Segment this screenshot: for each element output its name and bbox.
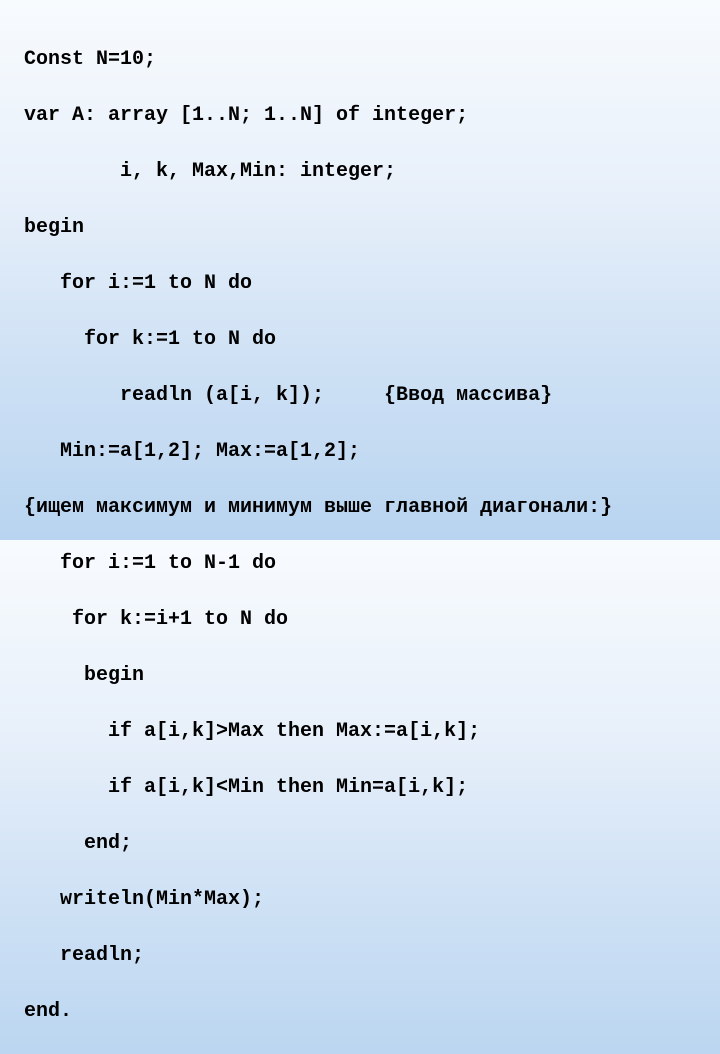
code-line: if a[i,k]>Max then Max:=a[i,k]; (24, 718, 696, 746)
code-line: Min:=a[1,2]; Max:=a[1,2]; (24, 438, 696, 466)
code-line: begin (24, 662, 696, 690)
code-line: readln; (24, 942, 696, 970)
code-line: for i:=1 to N do (24, 270, 696, 298)
code-line: Const N=10; (24, 46, 696, 74)
code-line: {ищем максимум и минимум выше главной ди… (24, 494, 696, 522)
code-line: i, k, Max,Min: integer; (24, 158, 696, 186)
code-line: for i:=1 to N-1 do (24, 550, 696, 578)
code-line: end; (24, 830, 696, 858)
code-block: Const N=10; var A: array [1..N; 1..N] of… (24, 18, 696, 1054)
code-line: if a[i,k]<Min then Min=a[i,k]; (24, 774, 696, 802)
code-line: var A: array [1..N; 1..N] of integer; (24, 102, 696, 130)
code-line: begin (24, 214, 696, 242)
code-line: for k:=1 to N do (24, 326, 696, 354)
code-line: for k:=i+1 to N do (24, 606, 696, 634)
code-line: writeln(Min*Max); (24, 886, 696, 914)
code-line: readln (a[i, k]); {Ввод массива} (24, 382, 696, 410)
code-line: end. (24, 998, 696, 1026)
